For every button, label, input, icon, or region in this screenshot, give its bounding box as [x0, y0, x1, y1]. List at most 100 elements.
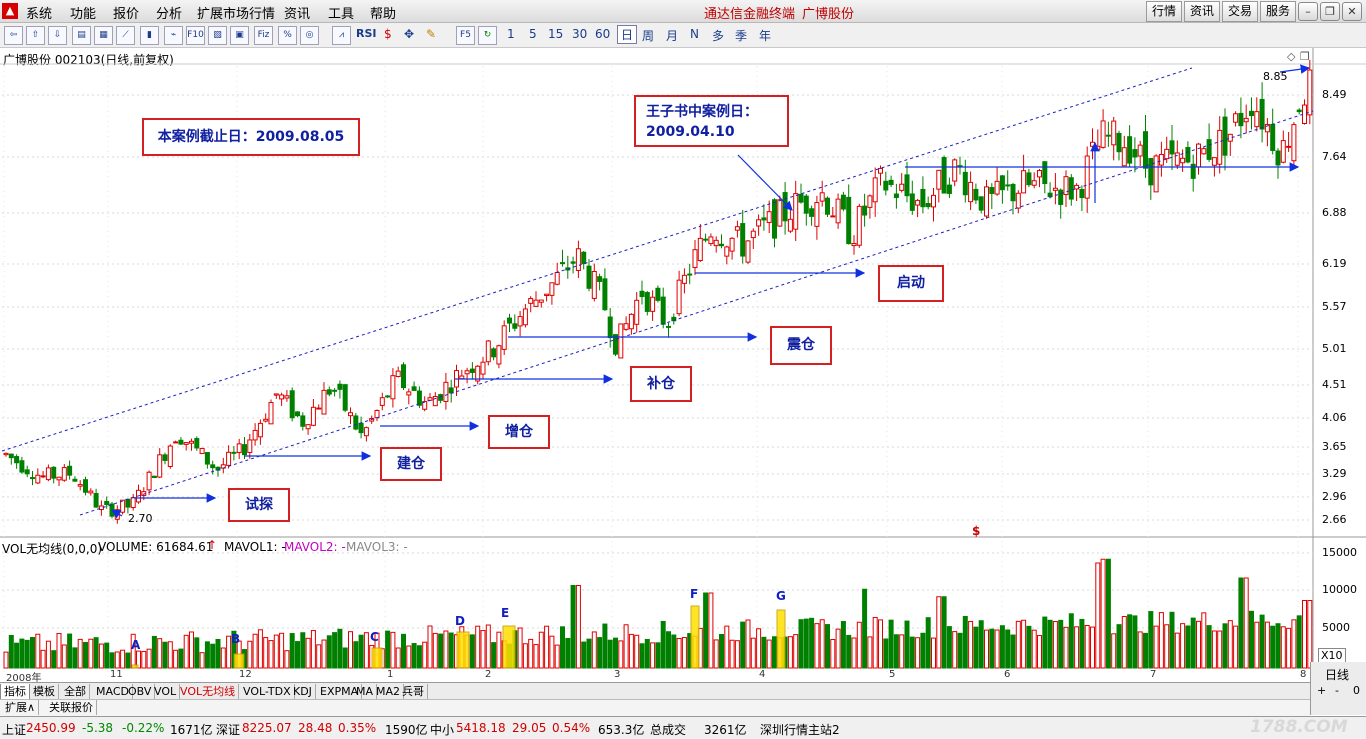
refresh-icon[interactable]: ↻: [478, 26, 497, 45]
tab-related-quote[interactable]: 关联报价: [46, 700, 97, 715]
back-arrow-icon[interactable]: ⇦: [4, 26, 23, 45]
volume-bar: [528, 638, 534, 669]
x-tick-label: 2: [485, 669, 492, 680]
candle: [1052, 173, 1058, 205]
candle-body: [83, 479, 88, 493]
quote-button[interactable]: 行情: [1146, 1, 1182, 22]
volume-bar: [1111, 633, 1117, 669]
candle-body: [1164, 148, 1170, 160]
menu-system[interactable]: 系统: [26, 3, 52, 22]
restore-icon[interactable]: ❐: [1320, 2, 1340, 21]
up-arrow-icon[interactable]: ⇧: [26, 26, 45, 45]
period-month[interactable]: 月: [666, 27, 678, 44]
close-icon[interactable]: ✕: [1342, 2, 1362, 21]
menu-quote[interactable]: 报价: [113, 3, 139, 22]
volume-bar: [1137, 631, 1143, 669]
document-icon[interactable]: ▤: [72, 26, 91, 45]
candle-body: [787, 218, 793, 232]
candle: [326, 386, 332, 397]
period-year[interactable]: 年: [759, 27, 771, 44]
volume-bar: [1010, 634, 1016, 669]
kline-chart-area[interactable]: 广博股份 002103(日线,前复权) ◇ ❐ X10 VOL无均线(0,0,0…: [0, 48, 1366, 684]
move-icon[interactable]: ✥: [404, 27, 414, 41]
candle: [570, 256, 576, 274]
candle-body: [931, 194, 936, 208]
candle: [729, 237, 735, 260]
y-tick-label: 6.19: [1322, 257, 1347, 270]
volume-bar: [496, 631, 502, 669]
trade-button[interactable]: 交易: [1222, 1, 1258, 22]
menu-tools[interactable]: 工具: [328, 3, 354, 22]
period-15min[interactable]: 15: [548, 27, 563, 41]
candle-body: [512, 323, 518, 329]
zoom-in-button[interactable]: +: [1317, 684, 1326, 697]
y-tick-label: 2.66: [1322, 513, 1347, 526]
menu-news[interactable]: 资讯: [284, 3, 310, 22]
indicator-icon[interactable]: ⩘: [332, 26, 351, 45]
minimize-icon[interactable]: –: [1298, 2, 1318, 21]
weighted-icon[interactable]: %: [278, 26, 297, 45]
tab-bingge[interactable]: 兵哥: [399, 684, 428, 699]
period-week[interactable]: 周: [642, 27, 654, 44]
period-60min[interactable]: 60: [595, 27, 610, 41]
tab-vol-tdx[interactable]: VOL-TDX: [240, 684, 295, 699]
period-5min[interactable]: 5: [529, 27, 537, 41]
tab-indicator[interactable]: 指标: [0, 684, 30, 700]
menu-help[interactable]: 帮助: [370, 3, 396, 22]
line-chart-icon[interactable]: ⟋: [116, 26, 135, 45]
zoom-out-button[interactable]: -: [1335, 684, 1339, 697]
zoom-reset-button[interactable]: 0: [1353, 684, 1360, 697]
down-arrow-icon[interactable]: ⇩: [48, 26, 67, 45]
volume-bar: [740, 621, 746, 669]
search-icon[interactable]: ◎: [300, 26, 319, 45]
volume-highlight: [371, 647, 383, 669]
grid-icon[interactable]: ▦: [94, 26, 113, 45]
candle: [61, 464, 67, 482]
candle: [687, 263, 693, 285]
period-multi[interactable]: 多: [712, 27, 724, 44]
service-button[interactable]: 服务: [1260, 1, 1296, 22]
menu-analysis[interactable]: 分析: [156, 3, 182, 22]
candle: [681, 268, 687, 294]
fiz-icon[interactable]: Fiz: [254, 26, 273, 45]
candle: [1005, 170, 1011, 191]
tab-kdj[interactable]: KDJ: [290, 684, 316, 699]
candle: [8, 453, 14, 465]
tab-vol-no-ma[interactable]: VOL无均线: [177, 684, 240, 699]
tab-all[interactable]: 全部: [61, 684, 90, 699]
rsi-icon[interactable]: RSI: [356, 27, 377, 40]
tab-extend[interactable]: 扩展∧: [2, 700, 40, 715]
dollar-icon[interactable]: $: [384, 27, 392, 41]
tab-vol[interactable]: VOL: [151, 684, 181, 699]
period-quarter[interactable]: 季: [735, 27, 747, 44]
candle-icon[interactable]: ▮: [140, 26, 159, 45]
candle: [1280, 130, 1286, 164]
volume-bar: [83, 641, 88, 669]
menu-function[interactable]: 功能: [70, 3, 96, 22]
tab-template[interactable]: 模板: [30, 684, 59, 699]
candle-body: [263, 418, 269, 422]
report-icon[interactable]: ▧: [208, 26, 227, 45]
candle: [353, 413, 359, 431]
finance-icon[interactable]: ▣: [230, 26, 249, 45]
candle-body: [496, 345, 502, 365]
news-button[interactable]: 资讯: [1184, 1, 1220, 22]
candle: [120, 499, 126, 515]
candle: [496, 344, 502, 369]
period-30min[interactable]: 30: [572, 27, 587, 41]
candle: [803, 193, 809, 226]
candle-body: [93, 492, 99, 508]
period-day[interactable]: 日: [617, 25, 638, 44]
candle: [1302, 99, 1307, 125]
candle-body: [1090, 141, 1095, 147]
menu-extended-market[interactable]: 扩展市场行情: [197, 3, 275, 22]
volume-bar: [268, 640, 274, 669]
pencil-icon[interactable]: ✎: [426, 27, 436, 41]
period-1min[interactable]: 1: [507, 27, 515, 41]
minute-chart-icon[interactable]: ⌁: [164, 26, 183, 45]
candle: [862, 193, 868, 227]
f10-icon[interactable]: F10: [186, 26, 205, 45]
period-n[interactable]: N: [690, 27, 699, 41]
f5-icon[interactable]: F5: [456, 26, 475, 45]
candle-body: [358, 422, 364, 434]
